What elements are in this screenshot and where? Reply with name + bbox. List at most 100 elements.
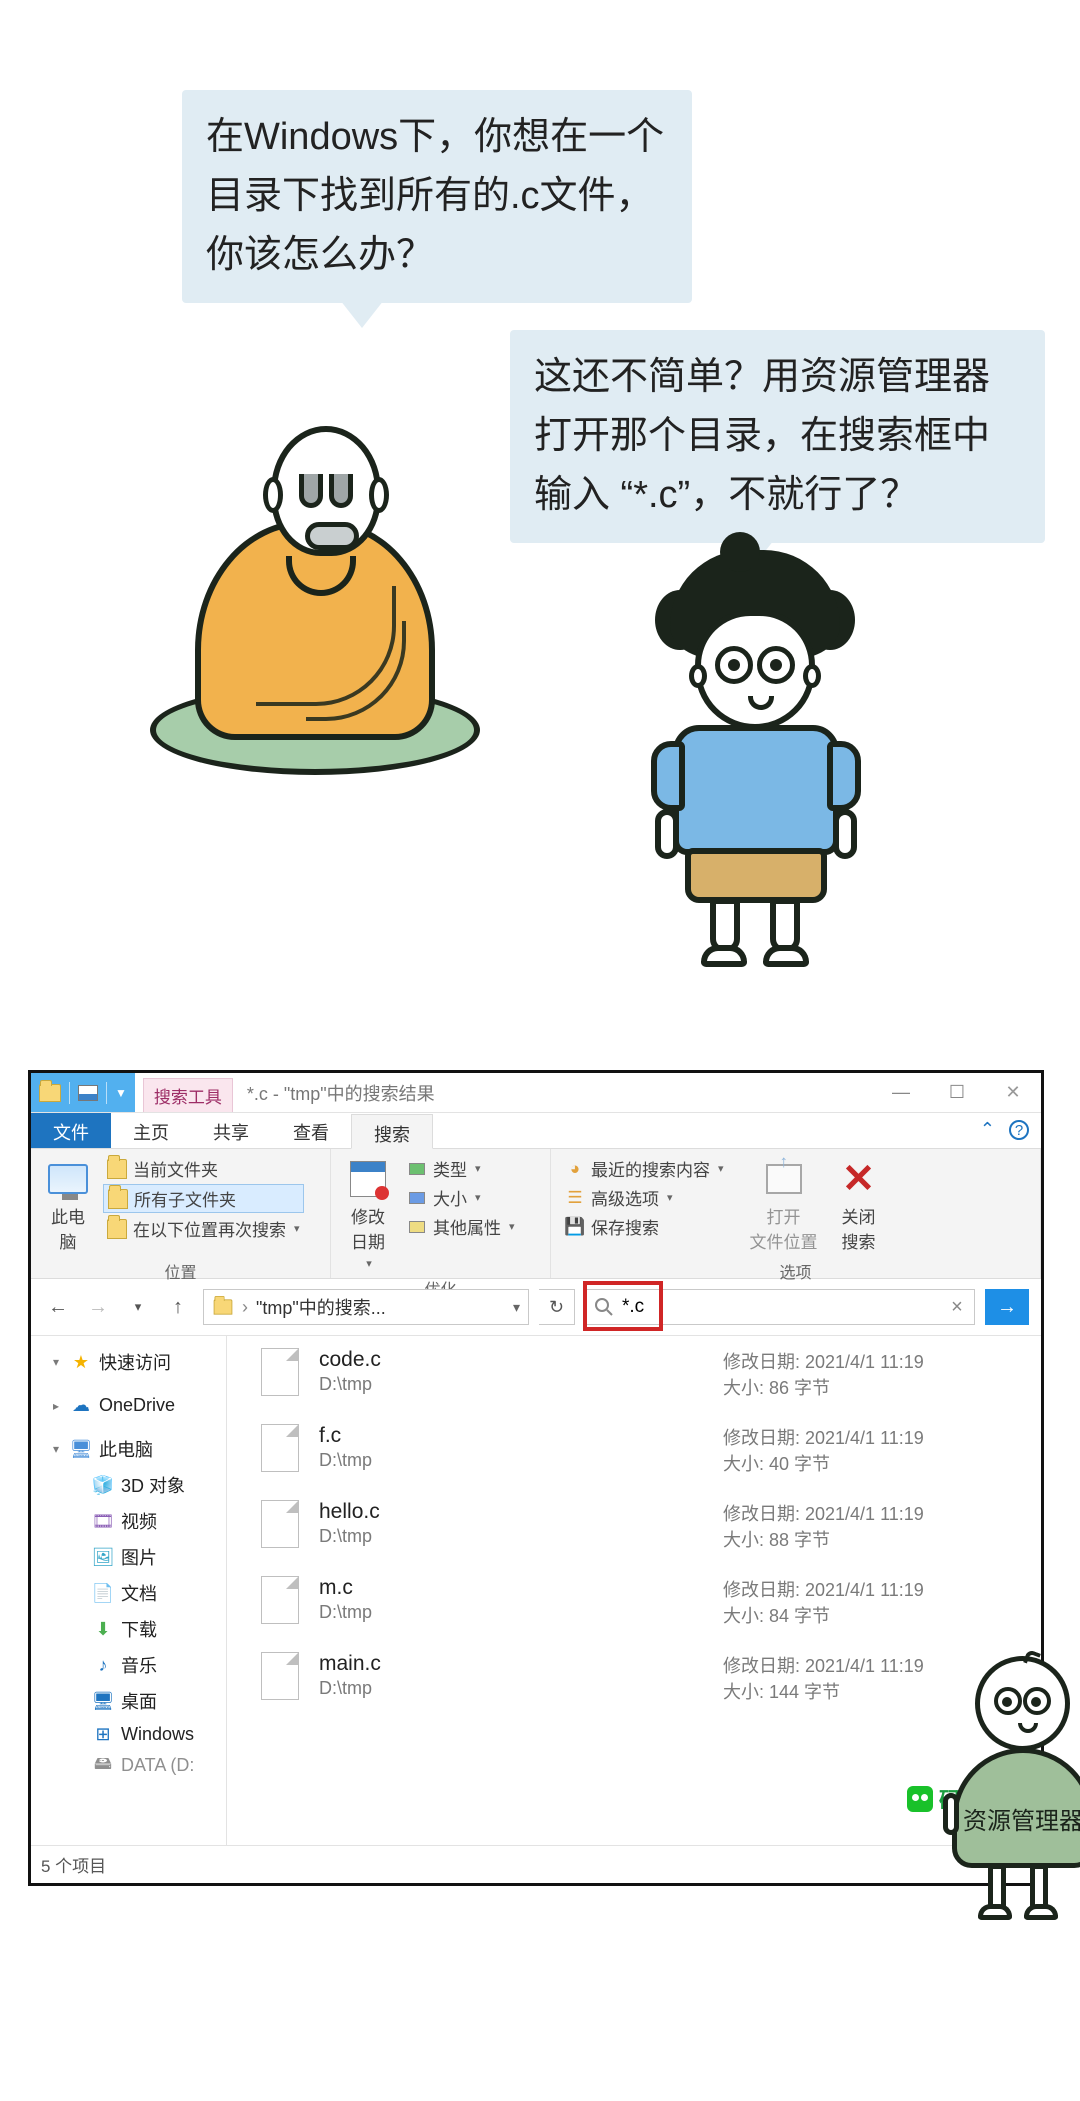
ribbon-body: 此电 脑 当前文件夹 所有子文件夹: [31, 1149, 1041, 1279]
chevron-down-icon: ▾: [294, 1222, 300, 1235]
sidebar-item-label: 此电脑: [99, 1436, 153, 1462]
pc-icon: 🖥: [71, 1439, 91, 1459]
search-box[interactable]: ×: [585, 1289, 975, 1325]
tab-file[interactable]: 文件: [31, 1113, 111, 1148]
search-result-row[interactable]: hello.cD:\tmp修改日期: 2021/4/1 11:19大小: 88 …: [227, 1488, 1041, 1564]
recent-icon: ◕: [565, 1159, 585, 1179]
file-modified: 修改日期: 2021/4/1 11:19: [723, 1424, 1023, 1450]
tab-view[interactable]: 查看: [271, 1113, 351, 1148]
doc-icon: 📄: [93, 1583, 113, 1603]
search-result-row[interactable]: main.cD:\tmp修改日期: 2021/4/1 11:19大小: 144 …: [227, 1640, 1041, 1716]
sidebar-item-label: 视频: [121, 1508, 157, 1534]
file-explorer-window: ▼ 搜索工具 *.c - "tmp"中的搜索结果 — ☐ ✕ 文件 主页 共享 …: [28, 1070, 1044, 1886]
help-icon[interactable]: ?: [1009, 1120, 1029, 1140]
address-bar[interactable]: › "tmp"中的搜索... ▾: [203, 1289, 529, 1325]
kind-option[interactable]: 类型▾: [403, 1155, 519, 1182]
disk-icon[interactable]: [78, 1085, 98, 1101]
recent-searches-option[interactable]: ◕ 最近的搜索内容▾: [561, 1155, 728, 1182]
sidebar-item[interactable]: 🖴DATA (D:: [31, 1750, 226, 1781]
speech-bubble-monk: 在Windows下，你想在一个目录下找到所有的.c文件，你该怎么办？: [182, 90, 692, 303]
qat-dropdown-icon[interactable]: ▼: [115, 1086, 127, 1100]
navigation-pane: ▾★快速访问▸☁OneDrive▾🖥此电脑🧊3D 对象🎞视频🖼图片📄文档⬇下载♪…: [31, 1336, 227, 1845]
sidebar-item[interactable]: ♪音乐: [31, 1647, 226, 1683]
tab-search[interactable]: 搜索: [351, 1114, 433, 1149]
refresh-button[interactable]: ↻: [539, 1289, 575, 1325]
search-again-in-option[interactable]: 在以下位置再次搜索 ▾: [103, 1215, 304, 1242]
folder-icon: [108, 1189, 128, 1209]
mascot-label: 资源管理器: [957, 1801, 1080, 1836]
gear-icon: ☰: [565, 1188, 585, 1208]
desk-icon: 🖥: [93, 1691, 113, 1711]
search-result-row[interactable]: m.cD:\tmp修改日期: 2021/4/1 11:19大小: 84 字节: [227, 1564, 1041, 1640]
clear-search-button[interactable]: ×: [940, 1296, 974, 1319]
all-subfolders-option[interactable]: 所有子文件夹: [103, 1184, 304, 1213]
file-path: D:\tmp: [319, 1602, 372, 1623]
dl-icon: ⬇: [93, 1619, 113, 1639]
expand-icon[interactable]: ▾: [53, 1355, 63, 1369]
folder-icon[interactable]: [39, 1084, 61, 1102]
tab-home[interactable]: 主页: [111, 1113, 191, 1148]
sidebar-item[interactable]: 🧊3D 对象: [31, 1467, 226, 1503]
save-search-option[interactable]: 💾 保存搜索: [561, 1213, 728, 1240]
minimize-button[interactable]: —: [873, 1073, 929, 1113]
folder-icon: [107, 1159, 127, 1179]
search-results-list: code.cD:\tmp修改日期: 2021/4/1 11:19大小: 86 字…: [227, 1336, 1041, 1845]
sidebar-item[interactable]: 📄 文档: [31, 1575, 226, 1611]
folder-icon: [214, 1299, 233, 1314]
file-name: f.c: [319, 1424, 372, 1448]
file-path: D:\tmp: [319, 1526, 380, 1547]
up-button[interactable]: ↑: [163, 1292, 193, 1322]
cloud-icon: ☁: [71, 1396, 91, 1416]
this-pc-button[interactable]: 此电 脑: [41, 1155, 95, 1257]
file-modified: 修改日期: 2021/4/1 11:19: [723, 1576, 1023, 1602]
sidebar-item[interactable]: 🎞视频: [31, 1503, 226, 1539]
close-button[interactable]: ✕: [985, 1073, 1041, 1113]
sidebar-item[interactable]: ▾★快速访问: [31, 1344, 226, 1380]
file-size: 大小: 40 字节: [723, 1450, 1023, 1476]
sidebar-item[interactable]: ▸☁OneDrive: [31, 1390, 226, 1421]
titlebar: ▼ 搜索工具 *.c - "tmp"中的搜索结果 — ☐ ✕: [31, 1073, 1041, 1113]
search-result-row[interactable]: code.cD:\tmp修改日期: 2021/4/1 11:19大小: 86 字…: [227, 1336, 1041, 1412]
mus-icon: ♪: [93, 1655, 113, 1675]
search-result-row[interactable]: f.cD:\tmp修改日期: 2021/4/1 11:19大小: 40 字节: [227, 1412, 1041, 1488]
sidebar-item-label: 文档: [121, 1580, 157, 1606]
search-go-button[interactable]: →: [985, 1289, 1029, 1325]
comic-panel: 在Windows下，你想在一个目录下找到所有的.c文件，你该怎么办？ 这还不简单…: [0, 0, 1080, 1070]
sidebar-item[interactable]: ⊞Windows: [31, 1719, 226, 1750]
search-tools-contextual-tab[interactable]: 搜索工具: [143, 1078, 233, 1112]
expand-icon[interactable]: ▸: [53, 1399, 63, 1413]
address-search-bar: ← → ▾ ↑ › "tmp"中的搜索... ▾ ↻ ×: [31, 1279, 1041, 1335]
size-option[interactable]: 大小▾: [403, 1184, 519, 1211]
open-location-icon: [766, 1164, 802, 1194]
sidebar-item[interactable]: 🖼图片: [31, 1539, 226, 1575]
search-input[interactable]: [586, 1296, 940, 1318]
sidebar-item-label: Windows: [121, 1724, 194, 1745]
chevron-down-icon[interactable]: ▾: [513, 1299, 520, 1316]
maximize-button[interactable]: ☐: [929, 1073, 985, 1113]
tab-share[interactable]: 共享: [191, 1113, 271, 1148]
save-icon: 💾: [565, 1217, 585, 1237]
search-icon: [594, 1297, 614, 1322]
file-modified: 修改日期: 2021/4/1 11:19: [723, 1500, 1023, 1526]
advanced-options[interactable]: ☰ 高级选项▾: [561, 1184, 728, 1211]
back-button[interactable]: ←: [43, 1292, 73, 1322]
sidebar-item[interactable]: ⬇下载: [31, 1611, 226, 1647]
img-icon: 🖼: [93, 1547, 113, 1567]
calendar-icon: [350, 1161, 386, 1197]
date-modified-button[interactable]: 修改 日期 ▾: [341, 1155, 395, 1274]
sidebar-item[interactable]: 🖥桌面: [31, 1683, 226, 1719]
sidebar-item-label: DATA (D:: [121, 1755, 194, 1776]
close-search-button[interactable]: ✕ 关闭 搜索: [832, 1155, 886, 1257]
other-properties-option[interactable]: 其他属性▾: [403, 1213, 519, 1240]
expand-icon[interactable]: ▾: [53, 1442, 63, 1456]
file-icon: [261, 1348, 299, 1396]
sidebar-item[interactable]: ▾ 🖥 此电脑: [31, 1431, 226, 1467]
collapse-ribbon-icon[interactable]: ⌃: [966, 1113, 1009, 1148]
breadcrumb[interactable]: "tmp"中的搜索...: [256, 1294, 386, 1320]
open-file-location-button[interactable]: 打开 文件位置: [744, 1155, 824, 1257]
current-folder-option[interactable]: 当前文件夹: [103, 1155, 304, 1182]
recent-locations-icon[interactable]: ▾: [123, 1292, 153, 1322]
3d-icon: 🧊: [93, 1475, 113, 1495]
forward-button[interactable]: →: [83, 1292, 113, 1322]
file-size: 大小: 84 字节: [723, 1602, 1023, 1628]
